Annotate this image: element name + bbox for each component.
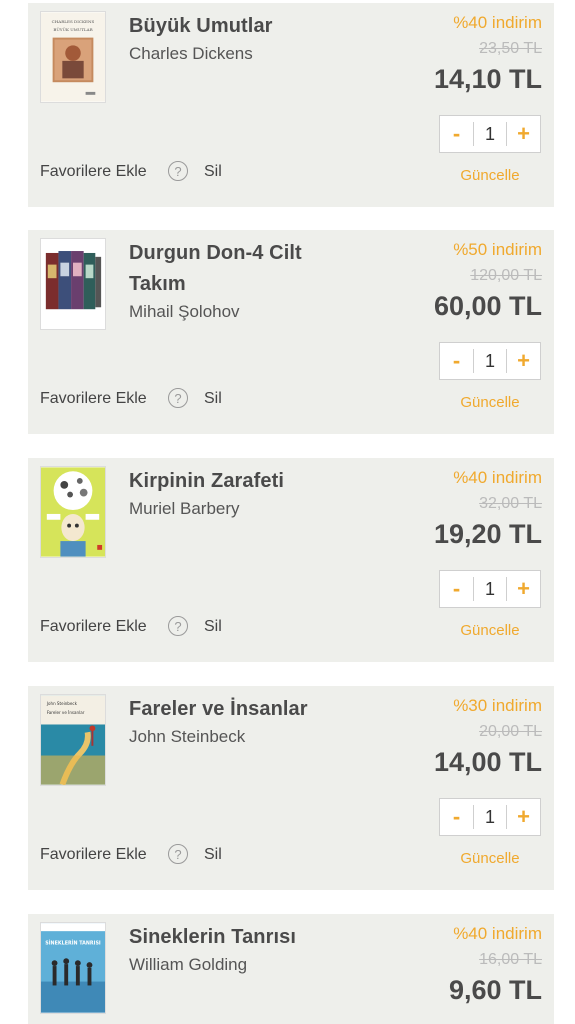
book-author[interactable]: Muriel Barbery (129, 498, 240, 520)
update-link[interactable]: Güncelle (439, 393, 541, 413)
help-icon[interactable]: ? (168, 616, 188, 636)
increase-button[interactable]: + (507, 799, 540, 835)
cart-item: SİNEKLERİN TANRISI Sineklerin Tanrısı Wi… (28, 914, 554, 1024)
book-title[interactable]: Durgun Don-4 Cilt Takım (129, 238, 339, 300)
cover-title-text: SİNEKLERİN TANRISI (45, 940, 101, 947)
book-title[interactable]: Büyük Umutlar (129, 11, 339, 42)
help-icon[interactable]: ? (168, 844, 188, 864)
cover-title-text: BÜYÜK UMUTLAR (53, 27, 93, 32)
price: 14,10 TL (433, 64, 542, 94)
cart-item: Kirpinin Zarafeti Muriel Barbery %40 ind… (28, 458, 554, 662)
book-cover-image: John Steinbeck Fareler ve İnsanlar (41, 695, 105, 785)
increase-button[interactable]: + (507, 343, 540, 379)
delete-link[interactable]: Sil (204, 615, 222, 639)
update-link[interactable]: Güncelle (439, 166, 541, 186)
delete-link[interactable]: Sil (204, 387, 222, 411)
increase-button[interactable]: + (507, 116, 540, 152)
add-to-favorites-link[interactable]: Favorilere Ekle (40, 843, 147, 867)
decrease-button[interactable]: - (440, 799, 473, 835)
book-title[interactable]: Fareler ve İnsanlar (129, 694, 339, 725)
cart-item: Durgun Don-4 Cilt Takım Mihail Şolohov %… (28, 230, 554, 434)
book-title[interactable]: Kirpinin Zarafeti (129, 466, 339, 497)
old-price: 16,00 TL (479, 951, 542, 968)
update-link[interactable]: Güncelle (439, 849, 541, 869)
discount-badge: %30 indirim (453, 696, 542, 715)
increase-button[interactable]: + (507, 571, 540, 607)
price: 9,60 TL (448, 975, 542, 1005)
old-price: 23,50 TL (479, 40, 542, 57)
book-author[interactable]: William Golding (129, 954, 247, 976)
book-cover-image (41, 239, 105, 329)
help-icon[interactable]: ? (168, 161, 188, 181)
book-cover-image: CHARLES DICKENS BÜYÜK UMUTLAR (41, 12, 105, 102)
price: 19,20 TL (433, 519, 542, 549)
delete-link[interactable]: Sil (204, 843, 222, 867)
add-to-favorites-link[interactable]: Favorilere Ekle (40, 387, 147, 411)
book-author[interactable]: Charles Dickens (129, 43, 253, 65)
cart-item: CHARLES DICKENS BÜYÜK UMUTLAR Büyük Umut… (28, 3, 554, 207)
quantity-value[interactable]: 1 (473, 122, 507, 146)
old-price: 20,00 TL (479, 723, 542, 740)
book-cover-image: SİNEKLERİN TANRISI (41, 923, 105, 1013)
book-cover[interactable] (40, 466, 106, 558)
quantity-value[interactable]: 1 (473, 577, 507, 601)
quantity-stepper: - 1 + (439, 798, 541, 836)
cart-item: John Steinbeck Fareler ve İnsanlar Farel… (28, 686, 554, 890)
old-price: 32,00 TL (479, 495, 542, 512)
book-title[interactable]: Sineklerin Tanrısı (129, 922, 339, 953)
decrease-button[interactable]: - (440, 343, 473, 379)
add-to-favorites-link[interactable]: Favorilere Ekle (40, 615, 147, 639)
book-cover[interactable]: John Steinbeck Fareler ve İnsanlar (40, 694, 106, 786)
help-icon[interactable]: ? (168, 388, 188, 408)
book-cover[interactable]: SİNEKLERİN TANRISI (40, 922, 106, 1014)
quantity-value[interactable]: 1 (473, 805, 507, 829)
book-cover[interactable]: CHARLES DICKENS BÜYÜK UMUTLAR (40, 11, 106, 103)
book-author[interactable]: John Steinbeck (129, 726, 245, 748)
cover-title-text: Fareler ve İnsanlar (47, 710, 85, 715)
discount-badge: %40 indirim (453, 13, 542, 32)
delete-link[interactable]: Sil (204, 160, 222, 184)
quantity-stepper: - 1 + (439, 342, 541, 380)
book-cover-image (41, 467, 105, 557)
price: 14,00 TL (433, 747, 542, 777)
discount-badge: %40 indirim (453, 468, 542, 487)
decrease-button[interactable]: - (440, 571, 473, 607)
quantity-stepper: - 1 + (439, 115, 541, 153)
discount-badge: %40 indirim (453, 924, 542, 943)
old-price: 120,00 TL (470, 267, 542, 284)
quantity-stepper: - 1 + (439, 570, 541, 608)
discount-badge: %50 indirim (453, 240, 542, 259)
cover-author-text: John Steinbeck (46, 701, 78, 706)
cover-author-text: CHARLES DICKENS (52, 19, 95, 24)
quantity-value[interactable]: 1 (473, 349, 507, 373)
decrease-button[interactable]: - (440, 116, 473, 152)
add-to-favorites-link[interactable]: Favorilere Ekle (40, 160, 147, 184)
book-cover[interactable] (40, 238, 106, 330)
price: 60,00 TL (433, 291, 542, 321)
update-link[interactable]: Güncelle (439, 621, 541, 641)
book-author[interactable]: Mihail Şolohov (129, 301, 240, 323)
